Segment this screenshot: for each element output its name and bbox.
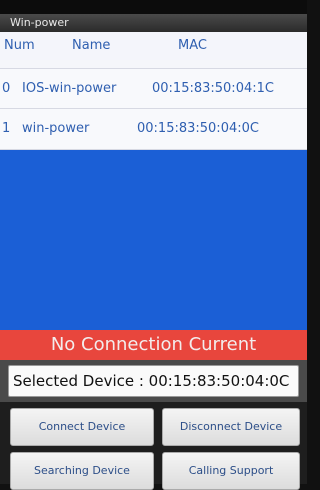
device-mac: 00:15:83:50:04:1C [152, 81, 274, 96]
connection-status-banner: No Connection Current [0, 330, 307, 360]
empty-list-area [0, 150, 307, 330]
column-header-mac: MAC [178, 38, 207, 53]
device-row[interactable]: 1 win-power 00:15:83:50:04:0C [0, 108, 307, 150]
calling-support-button[interactable]: Calling Support [162, 452, 300, 490]
disconnect-device-button[interactable]: Disconnect Device [162, 408, 300, 446]
selected-device-field: Selected Device : 00:15:83:50:04:0C [8, 365, 299, 397]
status-strip [0, 0, 307, 14]
app-title: Win-power [0, 14, 307, 32]
device-name: win-power [22, 121, 90, 136]
action-buttons: Connect Device Disconnect Device Searchi… [0, 402, 307, 490]
selected-device-panel: Selected Device : 00:15:83:50:04:0C [0, 360, 307, 402]
device-row[interactable]: 0 IOS-win-power 00:15:83:50:04:1C [0, 68, 307, 110]
device-name: IOS-win-power [22, 81, 117, 96]
device-list: 0 IOS-win-power 00:15:83:50:04:1C 1 win-… [0, 60, 307, 150]
column-header-num: Num [4, 38, 35, 53]
device-mac: 00:15:83:50:04:0C [137, 121, 259, 136]
device-table-header: Num Name MAC [0, 32, 307, 60]
searching-device-button[interactable]: Searching Device [10, 452, 154, 490]
column-header-name: Name [72, 38, 111, 53]
connect-device-button[interactable]: Connect Device [10, 408, 154, 446]
device-num: 0 [2, 81, 11, 96]
device-num: 1 [2, 121, 11, 136]
app-screen: Win-power Num Name MAC 0 IOS-win-power 0… [0, 0, 307, 490]
